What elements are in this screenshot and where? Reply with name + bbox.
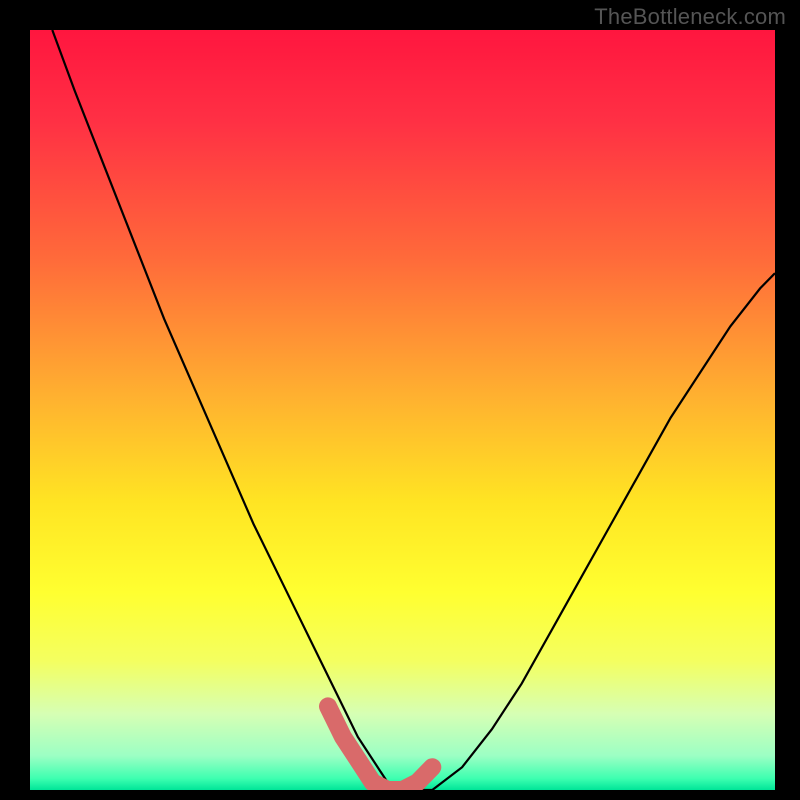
watermark-label: TheBottleneck.com: [594, 4, 786, 30]
gradient-background: [30, 30, 775, 790]
chart-frame: TheBottleneck.com: [0, 0, 800, 800]
bottleneck-plot: [30, 30, 775, 790]
plot-svg: [30, 30, 775, 790]
